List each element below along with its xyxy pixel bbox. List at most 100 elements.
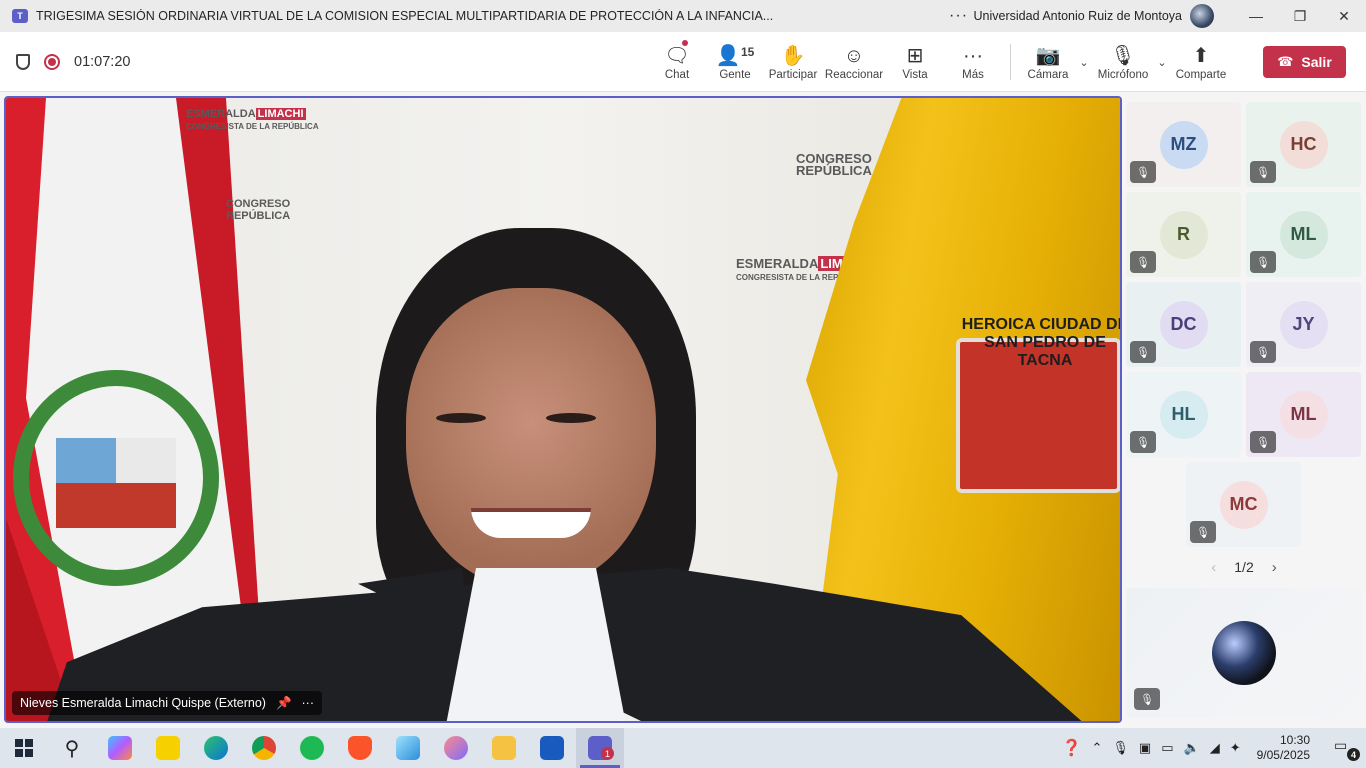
participant-tile[interactable]: HL 🎙: [1126, 372, 1241, 457]
phone-hangup-icon: ☎: [1277, 53, 1294, 69]
brave-icon: [348, 736, 372, 760]
view-button[interactable]: ⊞ Vista: [886, 32, 944, 92]
more-button[interactable]: ··· Más: [944, 32, 1002, 92]
raise-hand-label: Participar: [768, 68, 818, 81]
sticky-notes-taskbar-button[interactable]: [144, 728, 192, 768]
app-taskbar-button[interactable]: [384, 728, 432, 768]
copilot-icon: [108, 736, 132, 760]
teams-taskbar-button[interactable]: 1: [576, 728, 624, 768]
participant-avatar: R: [1159, 210, 1208, 259]
mic-muted-icon: 🎙: [1250, 251, 1276, 273]
page-indicator: 1/2: [1234, 559, 1254, 575]
participant-avatar: ML: [1279, 390, 1328, 439]
blue-app-icon: [396, 736, 420, 760]
speaker-smile: [471, 508, 591, 538]
participant-tile[interactable]: R 🎙: [1126, 192, 1241, 277]
teams-badge: 1: [601, 747, 614, 760]
chevron-up-icon[interactable]: ⌃: [1092, 740, 1103, 756]
react-button[interactable]: ☺ Reaccionar: [822, 32, 886, 92]
grid-icon: ⊞: [906, 44, 924, 67]
search-taskbar-button[interactable]: ⚲: [48, 728, 96, 768]
participant-tile[interactable]: HC 🎙: [1246, 102, 1361, 187]
people-icon: 👤: [715, 44, 741, 67]
unread-dot: [682, 39, 688, 46]
clock-time: 10:30: [1279, 733, 1310, 747]
participant-avatar: HC: [1279, 120, 1328, 169]
camera-options-chevron-icon[interactable]: ⌄: [1077, 56, 1091, 69]
camera-button[interactable]: 📷 Cámara: [1019, 32, 1077, 92]
participant-avatar: JY: [1279, 300, 1328, 349]
brave-taskbar-button[interactable]: [336, 728, 384, 768]
participant-avatar: MZ: [1159, 120, 1208, 169]
bluetooth-icon[interactable]: ✦: [1230, 740, 1241, 756]
snipping-taskbar-button[interactable]: [432, 728, 480, 768]
shield-icon[interactable]: [16, 53, 30, 70]
wifi-icon[interactable]: ◢: [1210, 740, 1220, 756]
mic-muted-icon: 🎙: [1130, 251, 1156, 273]
hand-icon: ✋: [780, 44, 806, 67]
leave-button[interactable]: ☎ Salir: [1263, 45, 1346, 78]
snipping-icon: [444, 736, 468, 760]
close-window-button[interactable]: ✕: [1322, 0, 1366, 32]
mic-muted-icon: 🎙: [1250, 431, 1276, 453]
spotify-icon: [300, 736, 324, 760]
file-explorer-taskbar-button[interactable]: [480, 728, 528, 768]
spotify-taskbar-button[interactable]: [288, 728, 336, 768]
microphone-button[interactable]: 🎙 Micrófono: [1091, 32, 1155, 92]
clock-date: 9/05/2025: [1256, 748, 1310, 762]
camera-label: Cámara: [1027, 68, 1069, 81]
speaker-name-bar[interactable]: Nieves Esmeralda Limachi Quispe (Externo…: [12, 691, 323, 715]
chrome-taskbar-button[interactable]: [240, 728, 288, 768]
speaker-eye: [436, 413, 486, 423]
edge-taskbar-button[interactable]: [192, 728, 240, 768]
minimize-button[interactable]: —: [1234, 0, 1278, 32]
mic-muted-icon: 🎙: [1250, 161, 1276, 183]
banner-text: ESMERALDALIMACHI CONGRESISTA DE LA REPÚB…: [186, 108, 319, 131]
notifications-button[interactable]: ▭ 4: [1334, 737, 1360, 761]
speaker-name: Nieves Esmeralda Limachi Quispe (Externo…: [20, 696, 266, 710]
prev-page-icon[interactable]: ‹: [1211, 559, 1216, 576]
participant-avatar: DC: [1159, 300, 1208, 349]
participant-tile[interactable]: ML 🎙: [1246, 372, 1361, 457]
pin-icon[interactable]: 📌: [276, 696, 292, 711]
participant-tile[interactable]: MC 🎙: [1186, 462, 1301, 547]
participant-tile[interactable]: MZ 🎙: [1126, 102, 1241, 187]
more-options-icon[interactable]: ···: [944, 7, 974, 25]
share-button[interactable]: ⬆ Comparte: [1169, 32, 1233, 92]
microphone-tray-icon[interactable]: 🎙: [1112, 740, 1129, 756]
chat-button[interactable]: 🗨 Chat: [648, 32, 706, 92]
mic-options-chevron-icon[interactable]: ⌄: [1155, 56, 1169, 69]
self-view-tile[interactable]: 🎙: [1126, 588, 1362, 718]
meeting-timer: 01:07:20: [74, 53, 131, 70]
taskbar-clock[interactable]: 10:30 9/05/2025: [1257, 733, 1310, 763]
camera-off-icon: 📷: [1035, 44, 1061, 67]
raise-hand-button[interactable]: ✋ Participar: [764, 32, 822, 92]
tacna-coat-of-arms: HEROICA CIUDAD DE SAN PEDRO DE TACNA: [956, 316, 1120, 493]
camera-tray-icon[interactable]: ▣: [1139, 740, 1151, 756]
help-icon[interactable]: ❓: [1062, 738, 1082, 758]
word-taskbar-button[interactable]: [528, 728, 576, 768]
microphone-label: Micrófono: [1097, 68, 1149, 81]
windows-taskbar: ⚲ 1 ❓ ⌃ 🎙 ▣ ▭ 🔈 ◢ ✦ 10:30 9/05/2025 ▭ 4: [0, 728, 1366, 768]
account-avatar[interactable]: [1190, 4, 1214, 28]
maximize-button[interactable]: ❐: [1278, 0, 1322, 32]
copilot-taskbar-button[interactable]: [96, 728, 144, 768]
participant-tile[interactable]: JY 🎙: [1246, 282, 1361, 367]
people-button[interactable]: 👤 15 Gente: [706, 32, 764, 92]
mic-off-icon: 🎙: [1110, 44, 1136, 67]
start-button[interactable]: [0, 728, 48, 768]
more-label: Más: [962, 68, 984, 81]
main-video-stage[interactable]: ESMERALDA LIMACHI CONGRESISTA DE LA REPÚB…: [4, 96, 1122, 723]
battery-icon[interactable]: ▭: [1161, 740, 1173, 756]
org-name[interactable]: Universidad Antonio Ruiz de Montoya: [974, 9, 1182, 23]
participant-tile[interactable]: ML 🎙: [1246, 192, 1361, 277]
speaker-more-icon[interactable]: ···: [302, 696, 315, 710]
participant-tile[interactable]: DC 🎙: [1126, 282, 1241, 367]
next-page-icon[interactable]: ›: [1272, 559, 1277, 576]
gallery-pager: ‹ 1/2 ›: [1126, 556, 1362, 578]
chat-label: Chat: [664, 68, 690, 81]
speaker-icon[interactable]: 🔈: [1184, 740, 1200, 756]
title-bar: T TRIGESIMA SESIÓN ORDINARIA VIRTUAL DE …: [0, 0, 1366, 32]
crest-text: HEROICA CIUDAD DE SAN PEDRO DE TACNA: [961, 316, 1122, 369]
search-icon: ⚲: [64, 737, 80, 760]
